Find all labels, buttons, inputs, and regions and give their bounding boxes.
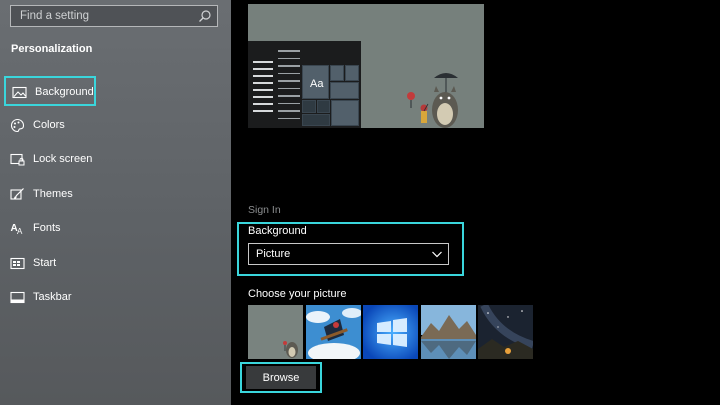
thumbnail-image: [306, 305, 361, 359]
search-box[interactable]: Find a setting: [10, 5, 218, 27]
picture-thumbnail-5[interactable]: [478, 305, 533, 359]
background-dropdown-value: Picture: [256, 248, 291, 260]
sidebar-item-taskbar[interactable]: Taskbar: [4, 283, 96, 313]
sidebar-item-label: Colors: [33, 119, 65, 131]
sidebar-item-label: Taskbar: [33, 291, 72, 303]
preview-tile-label: Aa: [310, 78, 324, 90]
svg-text:A: A: [17, 227, 23, 236]
search-input[interactable]: Find a setting: [20, 10, 89, 22]
choose-picture-label: Choose your picture: [248, 288, 347, 300]
preview-tile: Aa: [302, 65, 329, 99]
desktop-preview: Aa: [248, 4, 484, 128]
sidebar-item-label: Start: [33, 257, 57, 269]
search-icon[interactable]: [198, 9, 212, 23]
picture-thumbnail-4[interactable]: [421, 305, 476, 359]
sidebar-item-background[interactable]: Background: [4, 76, 96, 106]
picture-thumbnail-1[interactable]: [248, 305, 303, 359]
sidebar-item-label: Themes: [33, 188, 73, 200]
sidebar-item-colors[interactable]: Colors: [4, 111, 96, 141]
picture-icon: [12, 86, 27, 99]
thumbnail-image: [363, 305, 418, 359]
lock-screen-icon: [10, 153, 25, 166]
thumbnail-image: [478, 305, 533, 359]
sidebar-item-lock-screen[interactable]: Lock screen: [4, 145, 96, 175]
picture-thumbnail-3[interactable]: [363, 305, 418, 359]
browse-button[interactable]: Browse: [246, 366, 316, 389]
main-content: Aa Sign In Background Picture Choose you…: [231, 0, 720, 405]
sidebar: Find a setting Personalization Backgroun…: [0, 0, 231, 405]
background-dropdown[interactable]: Picture: [248, 243, 449, 265]
background-label: Background: [248, 225, 307, 237]
picture-thumbnail-2[interactable]: [306, 305, 361, 359]
taskbar-icon: [10, 291, 25, 304]
sidebar-item-label: Background: [35, 86, 94, 98]
start-icon: [10, 257, 25, 270]
start-menu-preview: Aa: [248, 41, 361, 128]
sidebar-item-label: Fonts: [33, 222, 61, 234]
sidebar-item-label: Lock screen: [33, 153, 93, 165]
sidebar-item-start[interactable]: Start: [4, 249, 96, 279]
sidebar-item-themes[interactable]: Themes: [4, 180, 96, 210]
brush-icon: [10, 188, 24, 200]
sign-in-section-label: Sign In: [248, 204, 281, 216]
thumbnail-image: [421, 305, 476, 359]
font-icon: A A: [11, 223, 24, 236]
wallpaper-character-image: [407, 73, 458, 128]
page-title: Personalization: [11, 43, 93, 55]
sidebar-item-fonts[interactable]: A A Fonts: [4, 214, 96, 244]
palette-icon: [10, 118, 25, 133]
thumbnail-image: [248, 305, 303, 359]
chevron-down-icon: [432, 251, 442, 258]
